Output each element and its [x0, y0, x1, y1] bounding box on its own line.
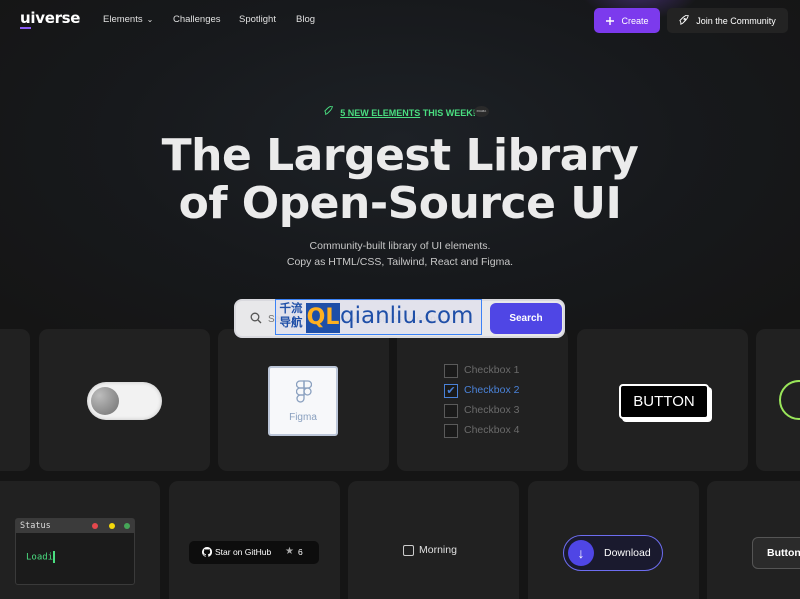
loader-ring: [779, 380, 800, 420]
nav-item-challenges[interactable]: Challenges: [173, 14, 221, 25]
create-button-label: Create: [621, 15, 649, 26]
arrow-down-icon: ↓: [568, 540, 594, 566]
logo[interactable]: uiverse: [20, 9, 81, 29]
github-label: Star on GitHub: [215, 547, 272, 557]
watermark-logo: QL: [306, 303, 340, 333]
checkbox-checked[interactable]: ✔: [444, 384, 458, 398]
element-card[interactable]: [756, 329, 800, 471]
watermark-site: qianliu.com: [340, 303, 474, 329]
create-button[interactable]: Create: [594, 8, 660, 33]
hero-title-line2: of Open-Source UI: [178, 178, 622, 229]
chevron-down-icon: ⌄: [146, 15, 154, 24]
checkbox[interactable]: [444, 404, 458, 418]
nav-item-spotlight[interactable]: Spotlight: [239, 14, 276, 25]
cursor-icon: [53, 551, 56, 563]
maximize-dot-icon: [124, 523, 130, 529]
logo-ui: ui: [20, 9, 36, 27]
element-card-button[interactable]: BUTTON: [577, 329, 748, 471]
download-button[interactable]: ↓ Download: [563, 535, 663, 571]
top-nav: uiverse Elements ⌄ Challenges Spotlight B…: [0, 0, 800, 42]
community-button-label: Join the Community: [696, 15, 776, 26]
star-icon: ★: [285, 546, 294, 557]
rocket-icon: [324, 105, 334, 118]
watermark-chinese-text: 千流导航: [279, 303, 303, 329]
dark-button[interactable]: Button: [752, 537, 800, 569]
terminal-window: Status Loadi: [15, 518, 135, 585]
element-card-toggle[interactable]: [39, 329, 210, 471]
search-button[interactable]: Search: [490, 303, 562, 334]
terminal-output: Loadi: [26, 552, 54, 563]
badge-text: THIS WEEK!: [420, 108, 476, 118]
figma-button[interactable]: Figma: [268, 366, 338, 436]
toggle-knob: [91, 387, 119, 415]
watermark-overlay: 千流导航 QL qianliu.com: [275, 299, 482, 335]
figma-icon: [296, 380, 312, 403]
join-community-button[interactable]: Join the Community: [667, 8, 788, 33]
download-label: Download: [604, 547, 651, 559]
new-elements-badge[interactable]: 5 NEW ELEMENTS THIS WEEK! FIGMA: [0, 105, 800, 118]
nav-item-label: Challenges: [173, 14, 221, 25]
checkbox-label: Checkbox 3: [464, 404, 520, 416]
search-icon: [250, 312, 262, 324]
terminal-titlebar: Status: [16, 519, 134, 533]
figma-label: Figma: [289, 412, 317, 423]
hero-title-line1: The Largest Library: [161, 130, 639, 181]
toggle-switch[interactable]: [87, 382, 162, 420]
element-card-github[interactable]: Star on GitHub ★ 6: [169, 481, 340, 599]
nav-item-label: Elements: [103, 14, 143, 25]
morning-label: Morning: [419, 544, 457, 556]
checkbox-label: Checkbox 1: [464, 364, 520, 376]
nav-item-label: Blog: [296, 14, 316, 25]
close-dot-icon: [92, 523, 98, 529]
logo-underline: [20, 27, 31, 29]
terminal-title: Status: [20, 521, 51, 531]
minimize-dot-icon: [109, 523, 115, 529]
avatar: FIGMA: [474, 106, 489, 117]
nav-item-blog[interactable]: Blog: [296, 14, 315, 25]
checkbox[interactable]: [444, 364, 458, 378]
hero-subtitle-line1: Community-built library of UI elements.: [309, 240, 491, 252]
element-card-terminal[interactable]: Status Loadi: [0, 481, 160, 599]
element-card-checkboxes[interactable]: Checkbox 1 ✔ Checkbox 2 Checkbox 3 Checkb…: [397, 329, 568, 471]
element-card[interactable]: [0, 329, 30, 471]
element-card-dark-button[interactable]: Button: [707, 481, 800, 599]
terminal-text: Loadi: [26, 551, 56, 563]
checkbox[interactable]: [444, 424, 458, 438]
checkbox-label: Checkbox 2: [464, 384, 520, 396]
badge-count: 5 NEW ELEMENTS: [340, 108, 421, 118]
star-on-github-button[interactable]: Star on GitHub ★ 6: [189, 541, 319, 564]
plus-icon: [606, 16, 615, 25]
hero-subtitle-line2: Copy as HTML/CSS, Tailwind, React and Fi…: [286, 256, 514, 268]
nav-item-elements[interactable]: Elements ⌄: [103, 14, 153, 25]
logo-verse: verse: [35, 9, 81, 27]
element-card-morning[interactable]: Morning: [348, 481, 519, 599]
element-card-download[interactable]: ↓ Download: [528, 481, 699, 599]
rocket-icon: [679, 15, 689, 25]
checkbox[interactable]: [403, 545, 414, 556]
element-card-figma[interactable]: Figma: [218, 329, 389, 471]
checkbox-label: Checkbox 4: [464, 424, 520, 436]
github-star-count: 6: [298, 547, 303, 557]
github-icon: [202, 547, 212, 557]
nav-item-label: Spotlight: [239, 14, 276, 25]
outline-button[interactable]: BUTTON: [619, 384, 709, 419]
